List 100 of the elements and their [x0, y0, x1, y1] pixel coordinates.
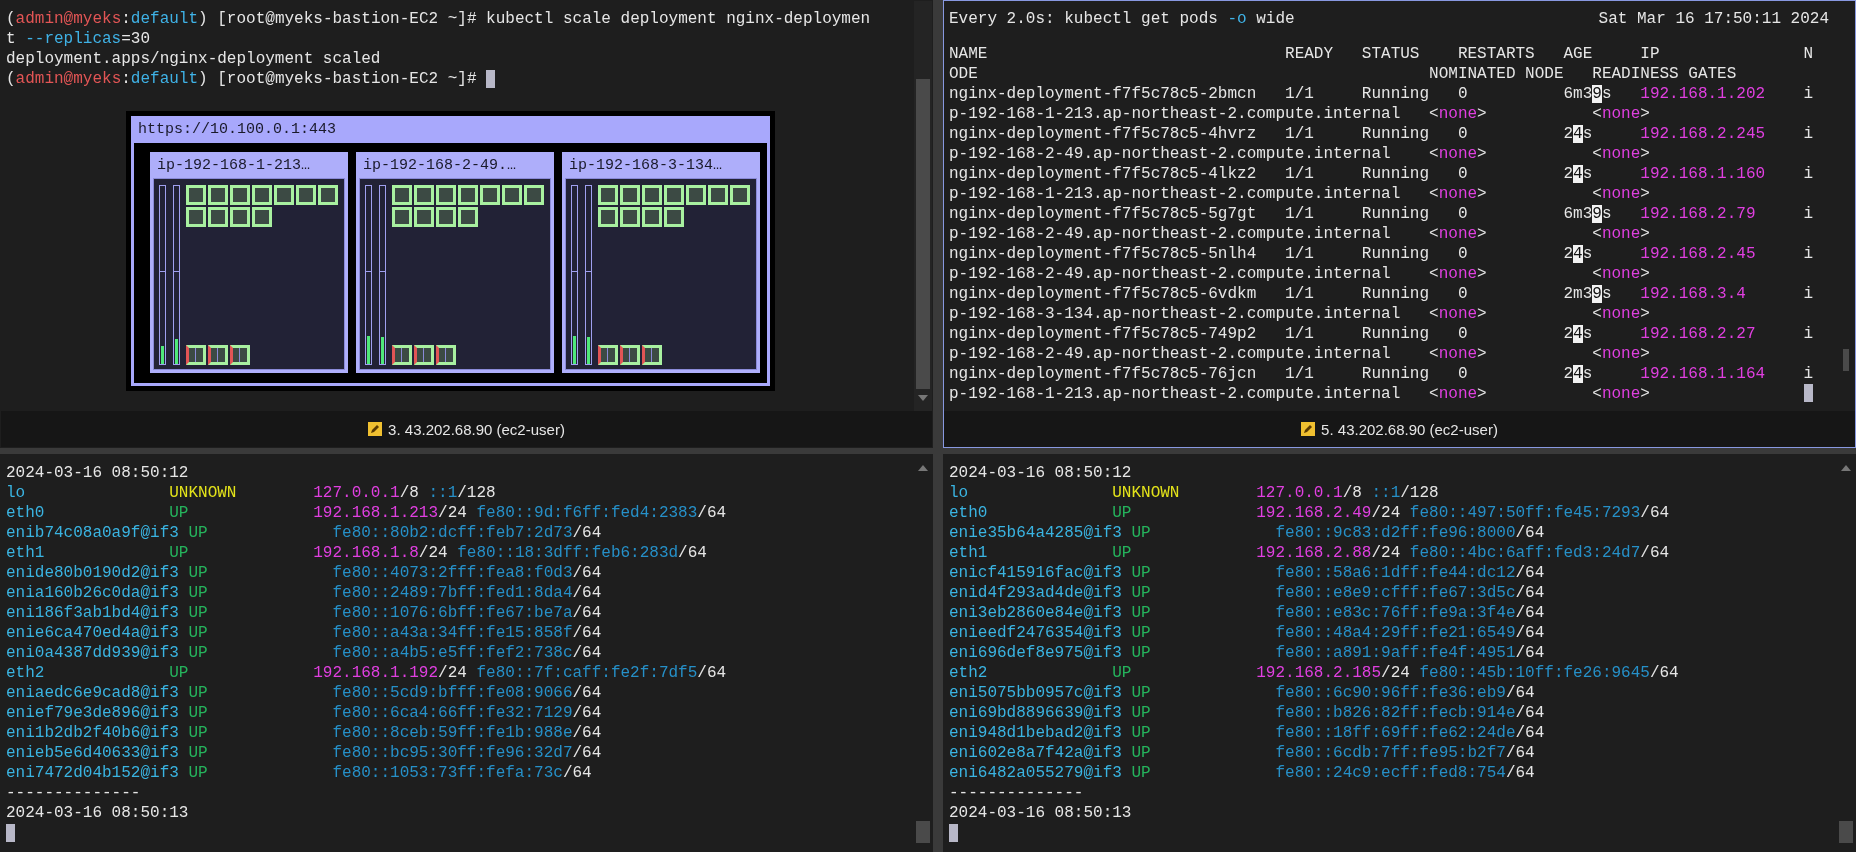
pod-icon [664, 207, 684, 227]
table-cell-text: 1/1 [1285, 324, 1315, 344]
table-cell-text: 1/1 [1285, 284, 1315, 304]
address-list: fe80::48a4:29ff:fe21:6549/64 [1275, 623, 1545, 643]
timestamp: 2024-03-16 08:50:13 [6, 803, 189, 823]
table-cell-text: 192.168.1.160 [1640, 164, 1767, 184]
table-cell-text: p-192-168-3-134.ap-northeast-2.compute.internal [949, 304, 1402, 324]
table-cell-text: 0 [1457, 244, 1469, 264]
table-cell-text: <none> [1429, 344, 1488, 364]
interface-name: eth1 [6, 543, 46, 563]
address-list: 192.168.2.49/24 fe80::497:50ff:fe45:7293/64 [1256, 503, 1670, 523]
pane-title: 5. 43.202.68.90 (ec2-user) [1321, 420, 1498, 438]
pod-icon [524, 185, 544, 205]
pod-icon [230, 345, 250, 365]
address-list: fe80::e83c:76ff:fe9a:3f4e/64 [1275, 603, 1545, 623]
interface-name: enicf415916fac@if3 [949, 563, 1122, 583]
interface-state: UP [1131, 723, 1152, 743]
pencil-icon [1301, 422, 1316, 436]
table-cell: i [1803, 84, 1814, 104]
pod-icon [458, 207, 478, 227]
pod-icon [642, 345, 662, 365]
interface-state: UP [188, 763, 209, 783]
interface-name: eniaedc6e9cad8@if3 [6, 683, 179, 703]
table-cell-text: nginx-deployment-f7f5c78c5-4hvrz [949, 124, 1258, 144]
table-cell-text: 0 [1457, 204, 1469, 224]
table-cell-text: p-192-168-1-213.ap-northeast-2.compute.internal [949, 184, 1402, 204]
table-cell-text: 0 [1457, 324, 1469, 344]
address-list: fe80::18ff:69ff:fe62:24de/64 [1275, 723, 1545, 743]
terminal-line: t --replicas=30 [6, 29, 151, 49]
pod-icon [642, 185, 662, 205]
interface-name: eth1 [949, 543, 989, 563]
watch-time: Sat Mar 16 17:50:11 2024 [1598, 9, 1829, 29]
interface-state: UP [1131, 583, 1152, 603]
table-cell-text: Running [1361, 324, 1431, 344]
column-header: READY [1285, 44, 1335, 64]
pod-icon [392, 185, 412, 205]
interface-name: eni6482a055279@if3 [949, 763, 1122, 783]
pod-icon [436, 185, 456, 205]
table-cell-text: <none> [1429, 264, 1488, 284]
interface-state: UP [188, 703, 209, 723]
pencil-icon [368, 422, 383, 436]
interface-state: UP [188, 723, 209, 743]
address-list: 127.0.0.1/8 ::1/128 [1256, 483, 1439, 503]
interface-name: enide80b0190d2@if3 [6, 563, 179, 583]
address-list: fe80::4073:2fff:fea8:f0d3/64 [332, 563, 602, 583]
cursor [6, 824, 15, 842]
address-list: 192.168.1.192/24 fe80::7f:caff:fe2f:7df5/64 [313, 663, 727, 683]
timestamp: 2024-03-16 08:50:12 [6, 463, 189, 483]
table-cell: i [1803, 324, 1814, 344]
interface-name: enief79e3de896@if3 [6, 703, 179, 723]
pod-icon [708, 185, 728, 205]
terminal-line: (admin@myeks:default) [root@myeks-bastion-EC2 ~]# [6, 69, 478, 89]
pod-icon [620, 185, 640, 205]
cursor [486, 70, 496, 88]
interface-state: UP [188, 683, 209, 703]
table-cell-text: <none> [1592, 224, 1651, 244]
address-list: 192.168.1.8/24 fe80::18:3dff:feb6:283d/64 [313, 543, 707, 563]
pod-icon [480, 185, 500, 205]
timestamp: 2024-03-16 08:50:13 [949, 803, 1132, 823]
scrollbar[interactable] [914, 1, 932, 411]
table-cell-text: <none> [1592, 264, 1651, 284]
pod-icon [252, 185, 272, 205]
pod-icon [414, 185, 434, 205]
table-cell-text: nginx-deployment-f7f5c78c5-749p2 [949, 324, 1258, 344]
table-cell-text: nginx-deployment-f7f5c78c5-5nlh4 [949, 244, 1258, 264]
pod-icon [686, 185, 706, 205]
interface-state: UNKNOWN [1112, 483, 1181, 503]
table-cell-text: <none> [1592, 104, 1651, 124]
interface-name: lo [949, 483, 970, 503]
table-cell-text: Running [1361, 244, 1431, 264]
address-list: 192.168.2.88/24 fe80::4bc:6aff:fed3:24d7/64 [1256, 543, 1670, 563]
table-cell-text: nginx-deployment-f7f5c78c5-76jcn [949, 364, 1258, 384]
address-list: 192.168.2.185/24 fe80::45b:10ff:fe26:9645/64 [1256, 663, 1679, 683]
interface-name: eni948d1bebad2@if3 [949, 723, 1122, 743]
interface-state: UP [1131, 623, 1152, 643]
table-cell-text: nginx-deployment-f7f5c78c5-4lkz2 [949, 164, 1258, 184]
table-cell-text: Running [1361, 164, 1431, 184]
interface-state: UP [1131, 743, 1152, 763]
table-cell-text: <none> [1429, 304, 1488, 324]
table-cell-text: 6m39s [1563, 84, 1613, 104]
interface-name: eni69bd8896639@if3 [949, 703, 1122, 723]
interface-name: enib74c08a0a9f@if3 [6, 523, 179, 543]
address-list: fe80::24c9:ecff:fed8:754/64 [1275, 763, 1535, 783]
terminal-line: (admin@myeks:default) [root@myeks-bastion-EC2 ~]# kubectl scale deployment nginx-deploymen [6, 9, 871, 29]
address-list: fe80::a43a:34ff:fe15:858f/64 [332, 623, 602, 643]
table-cell-text: 192.168.2.245 [1640, 124, 1767, 144]
pod-icon [414, 207, 434, 227]
pod-icon [296, 185, 316, 205]
terminal-pane[interactable] [943, 0, 1856, 448]
interface-state: UP [1112, 543, 1133, 563]
cursor [949, 824, 958, 842]
interface-state: UP [169, 663, 190, 683]
table-cell-text: 1/1 [1285, 244, 1315, 264]
address-list: fe80::b826:82ff:fecb:914e/64 [1275, 703, 1545, 723]
column-header: STATUS [1361, 44, 1421, 64]
column-header: NOMINATED NODE [1429, 64, 1565, 84]
pod-icon [208, 207, 228, 227]
separator-line: -------------- [949, 783, 1084, 803]
node-name: ip-192-168-3-134… [568, 156, 724, 176]
terminal-pane[interactable] [0, 0, 933, 448]
